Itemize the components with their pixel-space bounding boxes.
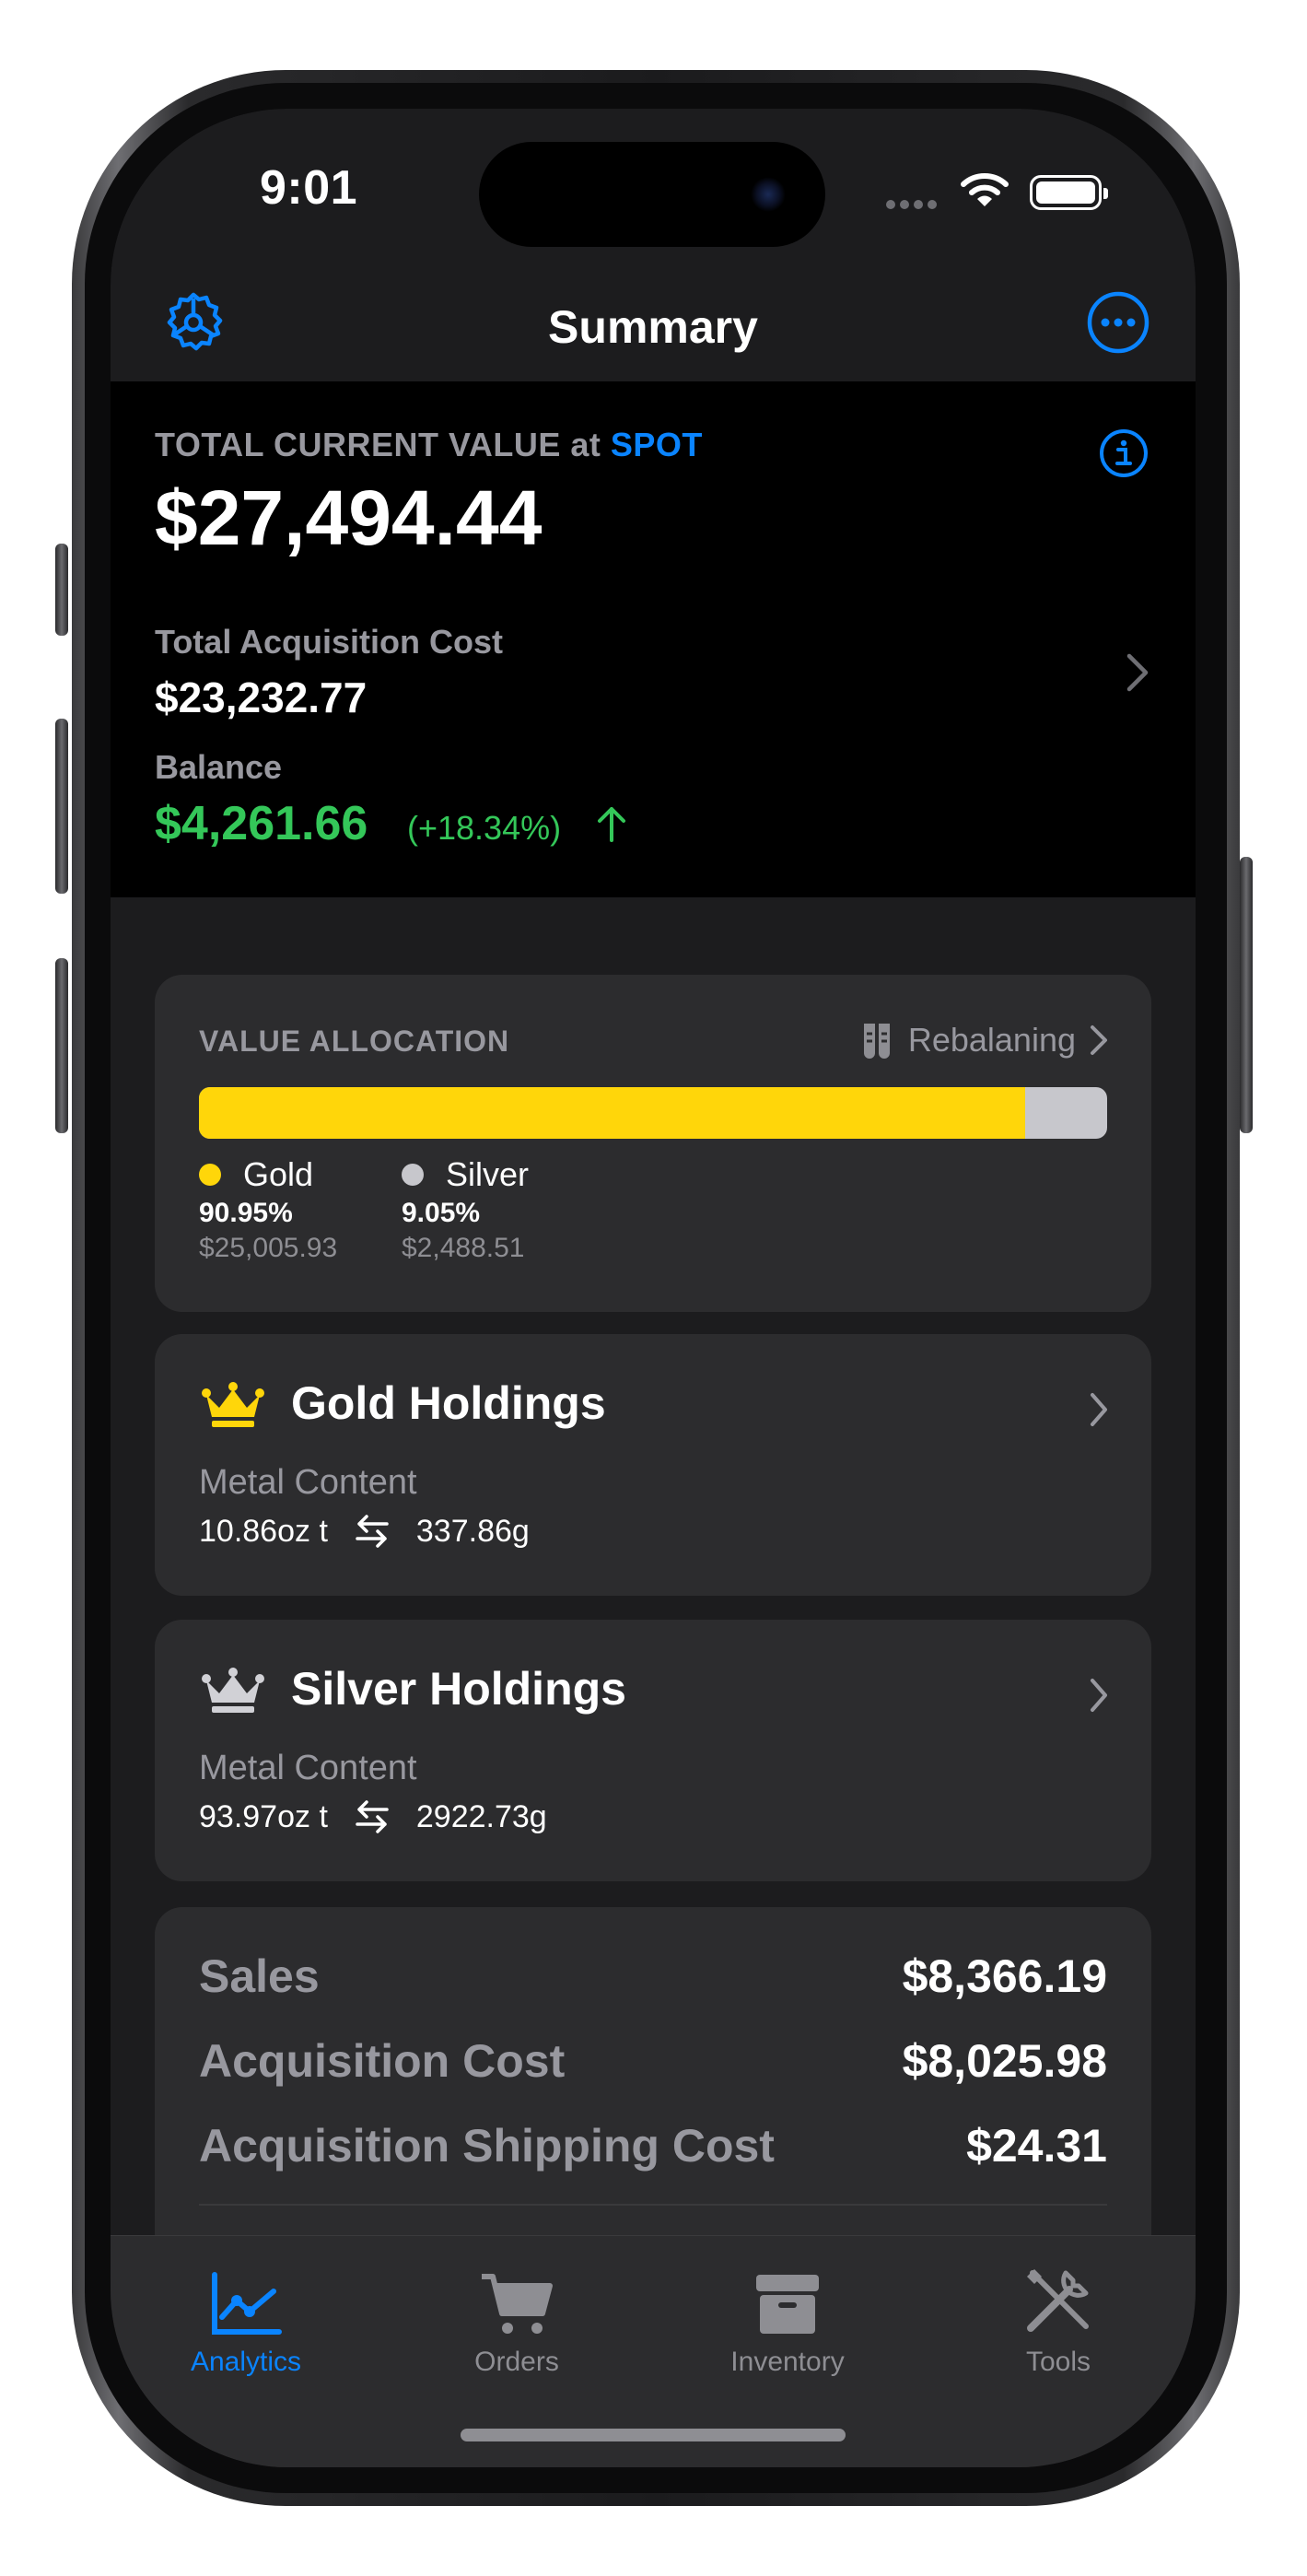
metal-content-label: Metal Content <box>199 1749 417 1787</box>
status-bar: 9:01 <box>111 109 1196 275</box>
navigation-bar: Summary <box>111 275 1196 381</box>
tools-icon <box>1027 2269 1089 2332</box>
crown-icon <box>202 1382 264 1427</box>
ounces-value: 93.97oz t <box>199 1798 328 1834</box>
holdings-title: Silver Holdings <box>291 1663 626 1715</box>
shipping-cost-row: Acquisition Shipping Cost $24.31 <box>199 2119 1107 2172</box>
home-indicator[interactable] <box>461 2429 846 2441</box>
balance-value: $4,261.66 <box>155 797 368 850</box>
tab-inventory[interactable]: Inventory <box>652 2254 923 2378</box>
allocation-bar <box>199 1087 1107 1139</box>
divider <box>199 2204 1107 2206</box>
phone-mockup: 9:01 Summary TOTAL CURRENT VALUE at SPOT… <box>0 0 1307 2576</box>
acquisition-cost-label: Total Acquisition Cost <box>155 623 503 661</box>
page-title: Summary <box>548 301 758 353</box>
tcv-label-text: TOTAL CURRENT VALUE at <box>155 426 601 463</box>
silver-holdings-card[interactable]: Silver Holdings Metal Content 93.97oz t … <box>155 1620 1151 1881</box>
gold-allocation-fill <box>199 1087 1025 1139</box>
tab-label: Orders <box>474 2347 559 2377</box>
balance-label: Balance <box>155 748 283 786</box>
silver-dot <box>402 1164 424 1186</box>
balance-percent: (+18.34%) <box>407 809 562 847</box>
gold-holdings-card[interactable]: Gold Holdings Metal Content 10.86oz t 33… <box>155 1334 1151 1596</box>
ounces-value: 10.86oz t <box>199 1513 328 1549</box>
value-summary: TOTAL CURRENT VALUE at SPOT $27,494.44 T… <box>111 381 1196 897</box>
acquisition-cost-value: $23,232.77 <box>155 673 368 721</box>
chart-icon <box>212 2272 282 2335</box>
metal-content-values: 93.97oz t 2922.73g <box>199 1798 547 1835</box>
test-tubes-icon <box>863 1024 890 1059</box>
arrow-up-icon <box>598 807 625 842</box>
camera-icon <box>751 177 786 212</box>
tab-label: Inventory <box>730 2347 845 2377</box>
chevron-right-icon <box>1091 1679 1107 1712</box>
info-icon[interactable] <box>1098 427 1149 479</box>
price-mode-toggle[interactable]: SPOT <box>611 426 703 463</box>
tab-label: Tools <box>1025 2347 1091 2377</box>
volume-up-button <box>55 719 68 894</box>
legend-percent: 9.05% <box>402 1198 481 1228</box>
screen: 9:01 Summary TOTAL CURRENT VALUE at SPOT… <box>111 109 1196 2467</box>
shipping-cost-label: Acquisition Shipping Cost <box>199 2120 775 2172</box>
acquisition-cost-label: Acquisition Cost <box>199 2035 566 2087</box>
grams-value: 2922.73g <box>415 1798 547 1834</box>
cart-icon <box>482 2274 553 2334</box>
tab-tools[interactable]: Tools <box>923 2254 1194 2378</box>
shipping-cost-value: $24.31 <box>966 2120 1107 2172</box>
legend-silver: Silver 9.05% $2,488.51 <box>402 1155 529 1264</box>
volume-down-button <box>55 958 68 1133</box>
holdings-title: Gold Holdings <box>291 1377 606 1429</box>
rebalancing-link[interactable]: Rebalaning <box>858 1021 1109 1060</box>
metal-content-values: 10.86oz t 337.86g <box>199 1513 530 1550</box>
legend-amount: $2,488.51 <box>402 1233 525 1263</box>
allocation-title: VALUE ALLOCATION <box>199 1025 510 1058</box>
rebalancing-label: Rebalaning <box>907 1021 1076 1059</box>
tab-analytics[interactable]: Analytics <box>111 2254 381 2378</box>
total-current-value: $27,494.44 <box>155 474 543 561</box>
crown-icon <box>202 1668 264 1713</box>
swap-arrows-icon <box>356 1800 389 1833</box>
tab-label: Analytics <box>190 2347 302 2377</box>
sales-value: $8,366.19 <box>902 1950 1107 2002</box>
acquisition-cost-value: $8,025.98 <box>902 2035 1107 2087</box>
metal-content-label: Metal Content <box>199 1463 417 1502</box>
chevron-right-icon <box>1091 1393 1107 1426</box>
signal-icon <box>886 197 941 214</box>
sales-label: Sales <box>199 1950 320 2002</box>
wifi-icon <box>961 173 1009 206</box>
legend-name: Silver <box>446 1155 530 1193</box>
more-options-icon[interactable] <box>1085 289 1151 356</box>
value-allocation-card: VALUE ALLOCATION Rebalaning Gold 90.95% … <box>155 975 1151 1312</box>
total-current-value-label: TOTAL CURRENT VALUE at SPOT <box>155 426 703 464</box>
scroll-content[interactable]: VALUE ALLOCATION Rebalaning Gold 90.95% … <box>111 897 1196 2467</box>
tab-orders[interactable]: Orders <box>381 2254 652 2378</box>
archive-box-icon <box>756 2275 819 2334</box>
action-button <box>55 544 68 636</box>
acquisition-cost-row: Acquisition Cost $8,025.98 <box>199 2034 1107 2088</box>
grams-value: 337.86g <box>415 1513 530 1549</box>
chevron-right-icon <box>1091 1025 1107 1055</box>
battery-icon <box>1030 175 1108 210</box>
swap-arrows-icon <box>356 1515 389 1548</box>
legend-name: Gold <box>243 1155 314 1193</box>
legend-amount: $25,005.93 <box>199 1233 338 1263</box>
dynamic-island <box>479 142 825 247</box>
legend-gold: Gold 90.95% $25,005.93 <box>199 1155 337 1264</box>
sales-row: Sales $8,366.19 <box>199 1950 1107 2003</box>
status-time: 9:01 <box>260 161 358 215</box>
side-button <box>1240 857 1253 1133</box>
chevron-right-icon[interactable] <box>1126 652 1149 693</box>
legend-percent: 90.95% <box>199 1198 293 1228</box>
gold-dot <box>199 1164 221 1186</box>
